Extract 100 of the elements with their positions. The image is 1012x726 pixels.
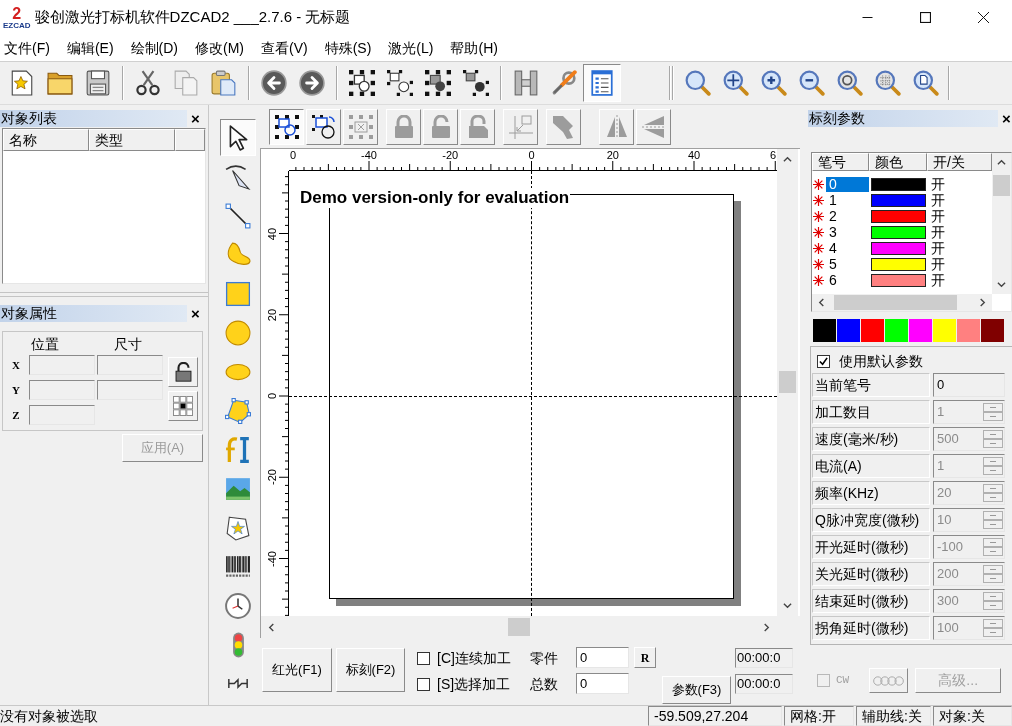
spin-arrows-icon [983, 538, 1003, 556]
scrollbar-thumb[interactable] [508, 618, 530, 636]
object-list[interactable]: 名称 类型 [2, 128, 206, 284]
line-icon [225, 202, 251, 229]
drawing-canvas[interactable]: Demo version-only for evaluation [289, 171, 777, 616]
drawing-tool-button[interactable] [220, 119, 256, 156]
laser-preview-button[interactable]: 红光(F1) [262, 648, 332, 692]
axis-label: Z [11, 407, 21, 423]
counter-field[interactable]: 0 [576, 647, 629, 668]
barcode-icon [225, 553, 251, 580]
color-swatch[interactable] [885, 319, 908, 342]
color-swatch[interactable] [837, 319, 860, 342]
canvas-tool-button[interactable] [269, 108, 304, 145]
param-label: 频率(KHz) [812, 481, 930, 505]
param-label: 电流(A) [812, 454, 930, 478]
pen-color-swatch[interactable] [871, 225, 926, 239]
chevron-down-icon [997, 280, 1006, 289]
checkbox[interactable] [417, 677, 430, 691]
param-label: 拐角延时(微秒) [812, 616, 930, 640]
scissors-icon [135, 70, 161, 96]
asterisk-icon [813, 242, 824, 254]
pen-color-swatch[interactable] [871, 177, 926, 191]
vertical-scrollbar[interactable] [777, 149, 798, 616]
column-header[interactable] [175, 129, 205, 151]
color-swatch[interactable] [981, 319, 1004, 342]
input-field[interactable] [29, 380, 95, 400]
vertical-scrollbar[interactable] [992, 153, 1011, 294]
menu-item[interactable]: 绘制(D) [130, 39, 178, 57]
chevron-up-icon [783, 155, 792, 164]
input-field[interactable] [29, 405, 95, 425]
ruler-label: -40 [361, 149, 377, 161]
grid-icon [173, 396, 193, 416]
wrench-screwdriver-icon [551, 70, 577, 96]
color-swatch[interactable] [933, 319, 956, 342]
close-button[interactable]: × [191, 306, 200, 321]
horizontal-scrollbar[interactable] [812, 294, 992, 311]
color-swatch[interactable] [861, 319, 884, 342]
pen-number[interactable]: 2 [826, 208, 869, 224]
menu-item[interactable]: 查看(V) [261, 39, 308, 57]
pen-color-swatch[interactable] [871, 257, 926, 271]
pen-number[interactable]: 0 [826, 176, 869, 192]
counter-label: 总数 [530, 675, 559, 692]
input-field[interactable] [97, 380, 163, 400]
pen-number[interactable]: 5 [826, 256, 869, 272]
scrollbar-thumb[interactable] [779, 371, 796, 393]
close-button[interactable]: × [191, 111, 200, 126]
reset-button[interactable]: R [634, 647, 656, 668]
circle-icon [225, 319, 251, 346]
params-button[interactable]: 参数(F3) [662, 676, 731, 704]
column-header[interactable]: 类型 [89, 129, 175, 151]
param-label: 加工数目 [812, 400, 930, 424]
pen-number[interactable]: 4 [826, 240, 869, 256]
group-objects-icon [349, 70, 375, 96]
asterisk-icon [813, 274, 824, 286]
column-header[interactable]: 笔号 [812, 153, 869, 171]
menu-item[interactable]: 特殊(S) [324, 39, 372, 57]
pen-color-swatch[interactable] [871, 273, 926, 287]
pen-number[interactable]: 3 [826, 224, 869, 240]
anchor-grid-button[interactable] [168, 391, 198, 421]
h-frame-icon [513, 70, 539, 96]
pen-state: 开 [931, 256, 945, 272]
color-swatch[interactable] [909, 319, 932, 342]
chevron-right-icon [762, 622, 771, 632]
spin-arrows-icon [983, 484, 1003, 502]
curve-pen-icon [225, 163, 251, 190]
value-field[interactable]: 0 [933, 373, 1005, 397]
param-label: 关光延时(微秒) [812, 562, 930, 586]
color-swatch[interactable] [957, 319, 980, 342]
pen-number[interactable]: 1 [826, 192, 869, 208]
left-arrow-circle-icon [261, 70, 287, 96]
scrollbar-thumb[interactable] [993, 175, 1010, 196]
column-header[interactable]: 颜色 [869, 153, 927, 171]
pen-color-swatch[interactable] [871, 193, 926, 207]
menu-item[interactable]: 编辑(E) [66, 39, 114, 57]
counter-field[interactable]: 0 [576, 673, 629, 694]
pen-number[interactable]: 6 [826, 272, 869, 288]
curve-shape-icon [225, 241, 251, 268]
checkbox[interactable] [417, 651, 430, 665]
close-button[interactable]: × [1002, 111, 1011, 126]
rectangle-icon [225, 280, 251, 307]
column-header[interactable]: 开/关 [927, 153, 992, 171]
pen-list[interactable]: 笔号 颜色 开/关 0 开 1 开 2 开 3 开 4 开 5 开 6 开 [811, 152, 1012, 312]
slanted-shape-icon [551, 114, 576, 139]
column-header[interactable]: 名称 [3, 129, 89, 151]
pen-color-swatch[interactable] [871, 209, 926, 223]
checkbox[interactable] [817, 354, 830, 368]
counter-label: 零件 [530, 649, 559, 666]
paste-icon [211, 70, 237, 96]
lock-button[interactable] [168, 357, 198, 387]
menu-item[interactable]: 激光(L) [388, 39, 434, 57]
color-swatch[interactable] [813, 319, 836, 342]
panel-title: 对象列表 [0, 110, 187, 127]
input-field[interactable] [29, 355, 95, 375]
scrollbar-thumb[interactable] [834, 295, 957, 310]
menu-item[interactable]: 文件(F) [4, 39, 50, 57]
menu-item[interactable]: 帮助(H) [450, 39, 498, 57]
mark-button[interactable]: 标刻(F2) [336, 648, 405, 692]
menu-item[interactable]: 修改(M) [195, 39, 244, 57]
pen-color-swatch[interactable] [871, 241, 926, 255]
input-field[interactable] [97, 355, 163, 375]
